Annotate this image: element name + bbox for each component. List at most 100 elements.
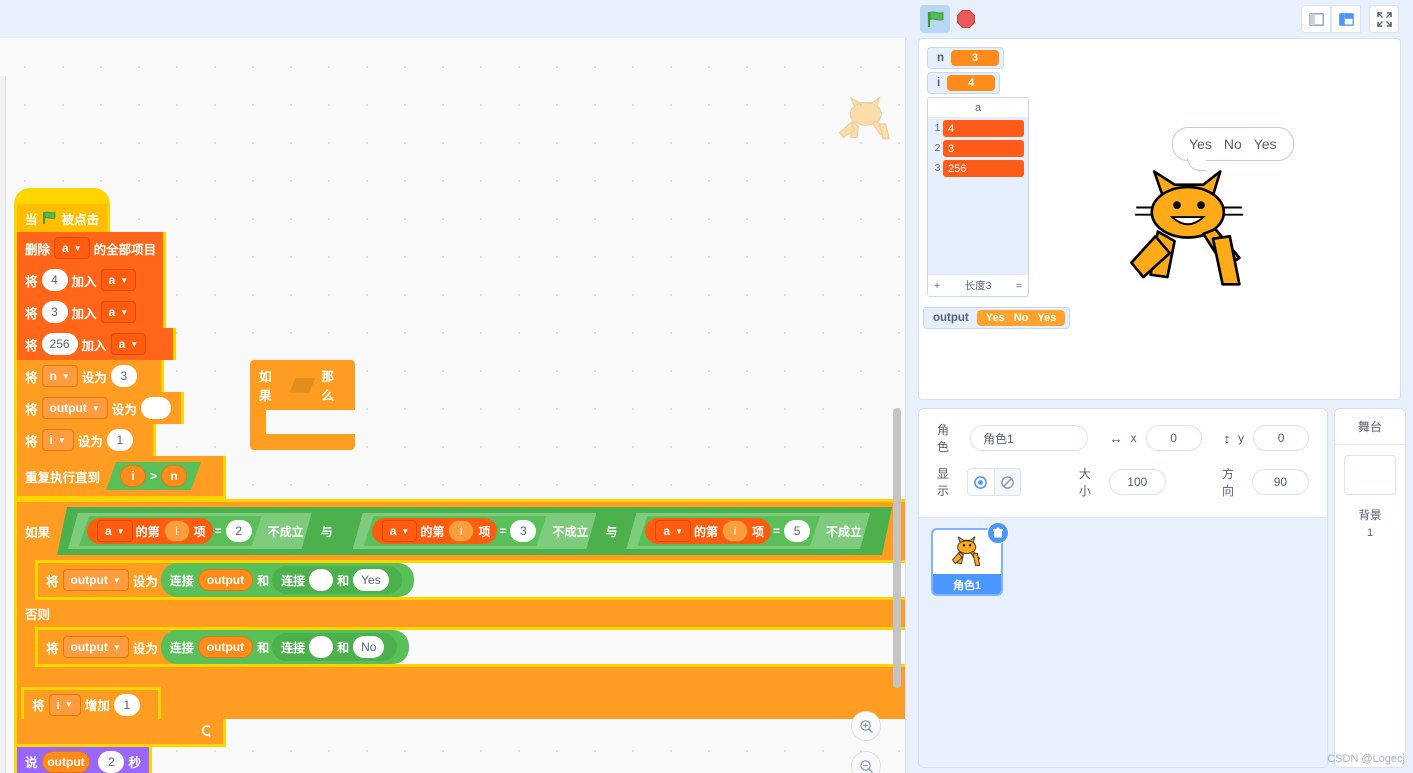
set-variable-block[interactable]: 将 n ▼ 设为 3 <box>14 360 164 392</box>
join-operator-inner[interactable]: 连接 和 No <box>272 633 398 661</box>
list-item[interactable]: 3 256 <box>932 160 1024 177</box>
sprite-list[interactable]: 角色1 <box>919 517 1327 767</box>
variable-i-reporter[interactable]: i <box>448 520 474 542</box>
floating-if-header[interactable]: 如果 那么 <box>250 360 355 410</box>
compare-value-input[interactable]: 2 <box>226 520 252 542</box>
stop-button[interactable] <box>956 9 976 29</box>
join-arg-yes[interactable]: Yes <box>353 569 389 591</box>
set-value-input[interactable]: 1 <box>106 429 133 451</box>
zoom-out-button[interactable] <box>851 751 881 773</box>
main-script[interactable]: 当 被点击 删除 a ▼ 的全部项目 将 4 加入 a ▼ 将 3 加入 a ▼… <box>14 188 905 773</box>
list-dropdown-a[interactable]: a ▼ <box>54 237 90 259</box>
list-add-button[interactable]: + <box>934 280 940 292</box>
repeat-until-header[interactable]: 重复执行直到 i > n <box>17 456 223 496</box>
zoom-in-button[interactable] <box>851 711 881 741</box>
variable-monitor-i[interactable]: i 4 <box>927 72 1001 94</box>
compare-value-input[interactable]: 5 <box>784 520 810 542</box>
size-input[interactable]: 100 <box>1108 469 1166 495</box>
change-value-input[interactable]: 1 <box>113 693 140 716</box>
else-branch-slot[interactable]: 将 output ▼ 设为 连接 output 和 连接 和 No <box>35 627 905 667</box>
not-operator-2[interactable]: a ▼ 的第 i 项 = 3 不成立 <box>353 513 597 549</box>
variable-dropdown-output[interactable]: output ▼ <box>41 397 108 419</box>
when-flag-clicked-block[interactable]: 当 被点击 <box>14 204 110 232</box>
list-dropdown-a[interactable]: a ▼ <box>100 301 137 323</box>
stage-selector-panel[interactable]: 舞台 背景 1 <box>1334 408 1406 768</box>
list-dropdown-a[interactable]: a ▼ <box>655 520 691 542</box>
visibility-toggle[interactable] <box>966 468 1021 496</box>
variable-dropdown-i[interactable]: i ▼ <box>41 429 74 451</box>
backdrop-thumbnail[interactable] <box>1344 455 1396 495</box>
variable-i-reporter[interactable]: i <box>722 520 748 542</box>
list-value[interactable]: 3 <box>943 140 1024 157</box>
set-value-input[interactable] <box>140 397 171 419</box>
stage[interactable]: n 3 i 4 a 1 4 2 3 3 256 + 长度3 = output Y… <box>918 38 1401 400</box>
add-to-list-block[interactable]: 将 256 加入 a ▼ <box>14 328 176 360</box>
join-arg-space[interactable] <box>309 636 334 658</box>
if-else-header[interactable]: 如果 a ▼ 的第 i 项 = 2 不成立 与 a ▼ 的第 i 项 = 3 不… <box>17 499 905 560</box>
sprite-name-input[interactable]: 角色1 <box>969 425 1088 451</box>
list-resize-handle[interactable]: = <box>1016 280 1022 292</box>
small-stage-button[interactable] <box>1301 5 1331 33</box>
floating-if-slot[interactable] <box>266 410 355 434</box>
hide-sprite-button[interactable] <box>993 469 1020 495</box>
set-variable-block[interactable]: 将 output ▼ 设为 <box>14 392 184 424</box>
join-operator-inner[interactable]: 连接 和 Yes <box>272 566 402 594</box>
x-input[interactable]: 0 <box>1145 425 1202 451</box>
variable-output-reporter[interactable]: output <box>197 569 254 591</box>
repeat-until-block[interactable]: 重复执行直到 i > n <box>14 456 226 499</box>
fullscreen-button[interactable] <box>1369 5 1399 33</box>
delete-all-of-list-block[interactable]: 删除 a ▼ 的全部项目 <box>14 232 166 264</box>
join-arg-space[interactable] <box>309 569 334 591</box>
add-to-list-block[interactable]: 将 3 加入 a ▼ <box>14 296 166 328</box>
show-sprite-button[interactable] <box>967 469 994 495</box>
variable-monitor-output[interactable]: output Yes No Yes <box>923 307 1071 329</box>
sprite-card-1[interactable]: 角色1 <box>931 522 1009 596</box>
set-value-input[interactable]: 3 <box>110 365 137 387</box>
delete-sprite-button[interactable] <box>987 522 1009 544</box>
item-of-list-reporter-3[interactable]: a ▼ 的第 i 项 <box>645 518 771 544</box>
list-item[interactable]: 1 4 <box>932 120 1024 137</box>
variable-monitor-n[interactable]: n 3 <box>927 47 1005 69</box>
set-output-no-block[interactable]: 将 output ▼ 设为 连接 output 和 连接 和 No <box>38 630 410 664</box>
change-variable-block[interactable]: 将 i ▼ 增加 1 <box>21 687 161 719</box>
list-dropdown-a[interactable]: a ▼ <box>97 520 133 542</box>
workspace-scrollbar[interactable] <box>893 408 901 688</box>
equals-operator-1[interactable]: a ▼ 的第 i 项 = 2 <box>79 516 262 546</box>
stage-sprite-cat[interactable] <box>1129 164 1249 299</box>
add-value-input[interactable]: 3 <box>41 301 68 323</box>
and-operator-inner[interactable]: a ▼ 的第 i 项 = 3 不成立 与 a ▼ 的第 i 项 = 5 不成立 <box>342 510 881 552</box>
and-operator-outer[interactable]: a ▼ 的第 i 项 = 2 不成立 与 a ▼ 的第 i 项 = 3 不成立 … <box>57 507 892 555</box>
zoom-controls[interactable] <box>851 711 881 773</box>
set-output-yes-block[interactable]: 将 output ▼ 设为 连接 output 和 连接 和 Yes <box>38 563 414 597</box>
variable-output-reporter[interactable]: output <box>197 636 254 658</box>
set-variable-block[interactable]: 将 i ▼ 设为 1 <box>14 424 156 456</box>
list-dropdown-a[interactable]: a ▼ <box>100 269 137 291</box>
compare-value-input[interactable]: 3 <box>510 520 536 542</box>
list-item[interactable]: 2 3 <box>932 140 1024 157</box>
variable-i-reporter[interactable]: i <box>164 520 190 542</box>
variable-n-reporter[interactable]: n <box>161 465 187 487</box>
join-operator-outer[interactable]: 连接 output 和 连接 和 No <box>160 630 410 664</box>
add-value-input[interactable]: 4 <box>41 269 68 291</box>
variable-dropdown-output[interactable]: output ▼ <box>62 636 129 658</box>
variable-output-reporter[interactable]: output <box>41 750 91 773</box>
variable-i-reporter[interactable]: i <box>120 465 146 487</box>
item-of-list-reporter-1[interactable]: a ▼ 的第 i 项 <box>87 518 213 544</box>
variable-dropdown-i[interactable]: i ▼ <box>48 693 81 716</box>
list-value[interactable]: 4 <box>943 120 1024 137</box>
join-operator-outer[interactable]: 连接 output 和 连接 和 Yes <box>160 563 414 597</box>
equals-operator-2[interactable]: a ▼ 的第 i 项 = 3 <box>364 516 547 546</box>
variable-dropdown-output[interactable]: output ▼ <box>62 569 129 591</box>
equals-operator-3[interactable]: a ▼ 的第 i 项 = 5 <box>637 516 820 546</box>
say-seconds-input[interactable]: 2 <box>98 750 125 773</box>
variable-dropdown-n[interactable]: n ▼ <box>41 365 78 387</box>
y-input[interactable]: 0 <box>1253 425 1309 451</box>
say-for-seconds-block[interactable]: 说 output 2 秒 <box>14 747 152 773</box>
greater-than-operator[interactable]: i > n <box>106 462 201 490</box>
not-operator-3[interactable]: a ▼ 的第 i 项 = 5 不成立 <box>626 513 870 549</box>
add-to-list-block[interactable]: 将 4 加入 a ▼ <box>14 264 166 296</box>
code-workspace[interactable]: 当 被点击 删除 a ▼ 的全部项目 将 4 加入 a ▼ 将 3 加入 a ▼… <box>0 38 906 773</box>
empty-boolean-slot[interactable] <box>290 378 316 393</box>
add-value-input[interactable]: 256 <box>41 333 78 355</box>
direction-input[interactable]: 90 <box>1251 469 1309 495</box>
